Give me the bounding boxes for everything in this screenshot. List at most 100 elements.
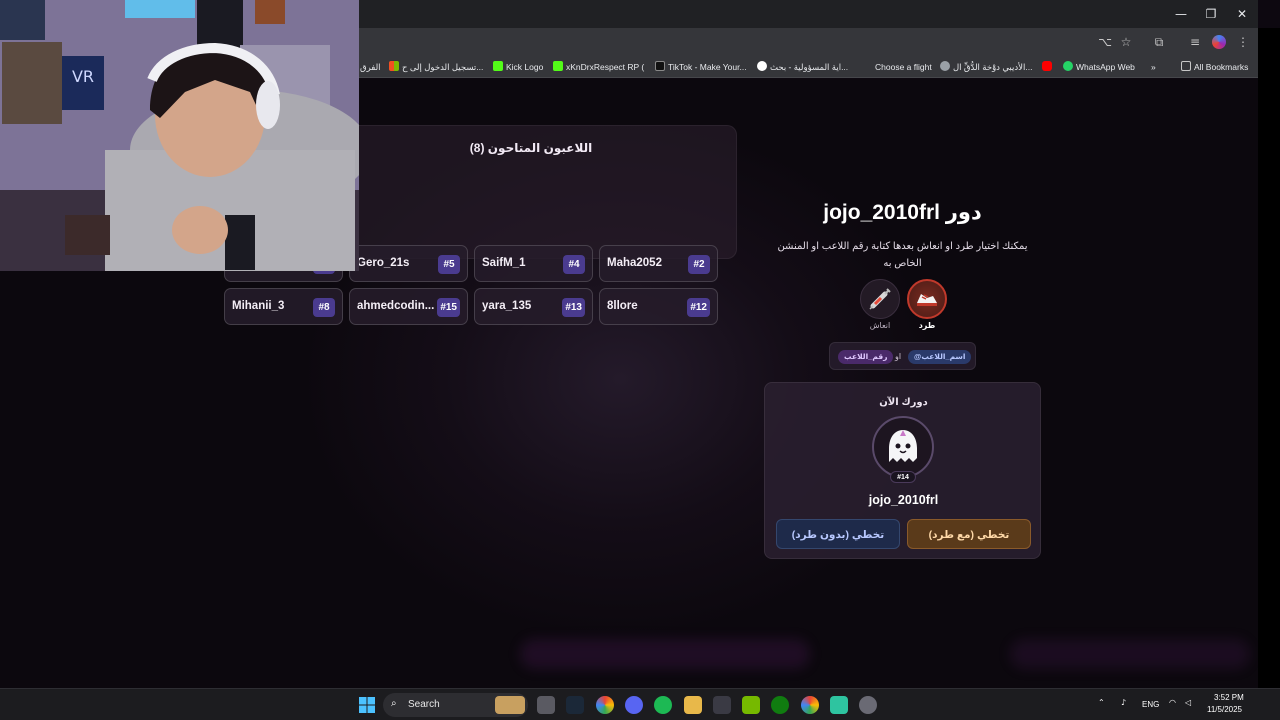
clock-date[interactable]: 11/5/2025 [1207, 705, 1242, 714]
player-card[interactable]: Mihanii_3 #8 [224, 288, 343, 325]
youtube-icon [1042, 61, 1052, 71]
globe-icon [940, 61, 950, 71]
player-number: #8 [313, 298, 335, 317]
player-name: ahmedcodin... [357, 300, 435, 312]
profile-avatar[interactable] [1212, 35, 1226, 49]
star-icon[interactable]: ☆ [1118, 34, 1134, 50]
kick-icon [553, 61, 563, 71]
player-card[interactable]: yara_135 #13 [474, 288, 593, 325]
current-player-name: jojo_2010frl [868, 493, 939, 507]
volume-icon[interactable]: ◁ [1185, 698, 1191, 707]
player-number: #4 [563, 255, 585, 274]
kick-action-button[interactable] [907, 279, 947, 319]
decorative-glow [1010, 639, 1250, 669]
player-number: #15 [437, 298, 460, 317]
spotify-icon[interactable] [654, 696, 672, 714]
kick-action-label: طرد [918, 321, 936, 330]
bookmark-item[interactable]: الفرق [360, 56, 382, 78]
bookmark-item[interactable]: TikTok - Make Your... [655, 56, 747, 78]
screen: — ❐ ✕ ⌥ ☆ ⧉ ≡ ⋮ الفرق تسجيل الدخول إلى ح… [0, 0, 1280, 720]
xbox-icon[interactable] [771, 696, 789, 714]
clock-time[interactable]: 3:52 PM [1214, 693, 1244, 702]
svg-text:VR: VR [72, 67, 94, 86]
google-icon [757, 61, 767, 71]
webcam-feed-image: VR [0, 0, 359, 271]
bookmark-item[interactable]: xKnDrxRespect RP (... [553, 56, 645, 78]
microphone-icon[interactable]: ♪ [1121, 698, 1126, 707]
player-card[interactable]: Gero_21s #5 [349, 245, 468, 282]
current-turn-card: دورك الآن #14 jojo_2010frl تخطي (مع طرد)… [764, 382, 1041, 559]
bookmark-item[interactable] [1042, 56, 1056, 78]
windows-start-icon[interactable] [359, 697, 375, 713]
bookmark-item[interactable]: الأديبي دوْخة الدُّقِّ ال... [940, 56, 1032, 78]
decorative-glow [520, 639, 810, 669]
restore-button[interactable]: ❐ [1196, 4, 1226, 24]
camera-app-icon[interactable] [537, 696, 555, 714]
steam-icon[interactable] [566, 696, 584, 714]
webcam-overlay: VR [0, 0, 359, 271]
minimize-button[interactable]: — [1166, 4, 1196, 24]
tiktok-icon [655, 61, 665, 71]
windows-taskbar: ⌕ Search ⌃ ♪ ENG ◠ ◁ 3:52 PM 11/5/2025 [0, 688, 1280, 720]
store-icon[interactable] [713, 696, 731, 714]
bookmarks-more[interactable]: » [1151, 56, 1161, 78]
translate-icon[interactable]: ⌥ [1097, 34, 1113, 50]
bookmark-item[interactable]: اية المسؤولية - بحث... [757, 56, 851, 78]
nvidia-icon[interactable] [742, 696, 760, 714]
player-card[interactable]: Maha2052 #2 [599, 245, 718, 282]
close-button[interactable]: ✕ [1227, 4, 1257, 24]
player-name: 8llore [607, 300, 638, 312]
extensions-icon[interactable]: ⧉ [1151, 34, 1167, 50]
sneaker-icon [917, 294, 937, 306]
turn-title: دور jojo_2010frl [823, 201, 982, 224]
settings-icon[interactable] [859, 696, 877, 714]
chrome-icon[interactable] [596, 696, 614, 714]
turn-description: يمكنك اختيار طرد او انعاش بعدها كتابة رق… [777, 241, 1028, 269]
mention-chip: @اسم_اللاعب [908, 350, 972, 364]
player-card[interactable]: ahmedcodin... #15 [349, 288, 468, 325]
wifi-icon[interactable]: ◠ [1169, 698, 1176, 707]
player-card[interactable]: 8llore #12 [599, 288, 718, 325]
player-number: #13 [562, 298, 585, 317]
bookmark-item[interactable]: Kick Logo [493, 56, 548, 78]
chrome-active-icon[interactable] [801, 696, 819, 714]
menu-icon[interactable]: ⋮ [1235, 34, 1251, 50]
search-icon: ⌕ [391, 698, 397, 709]
microsoft-icon [389, 61, 399, 71]
now-label: دورك الآن [879, 397, 928, 408]
skip-with-kick-button[interactable]: تخطي (مع طرد) [907, 519, 1031, 549]
number-chip: رقم_اللاعب [838, 350, 894, 364]
taskbar-search[interactable]: ⌕ Search [383, 693, 528, 717]
bookmark-item[interactable]: تسجيل الدخول إلى ح... [389, 56, 484, 78]
skip-without-kick-button[interactable]: تخطي (بدون طرد) [776, 519, 900, 549]
player-card[interactable]: SaifM_1 #4 [474, 245, 593, 282]
ghost-icon [889, 430, 917, 462]
revive-action-label: انعاش [869, 321, 891, 330]
syringe-icon [869, 288, 891, 310]
page-scrollbar[interactable] [1258, 28, 1280, 688]
revive-action-button[interactable] [860, 279, 900, 319]
bookmark-item[interactable]: WhatsApp Web [1063, 56, 1141, 78]
player-avatar [872, 416, 934, 478]
player-name: Gero_21s [357, 257, 410, 269]
file-explorer-icon[interactable] [684, 696, 702, 714]
tray-chevron-icon[interactable]: ⌃ [1098, 698, 1105, 707]
search-label: Search [408, 699, 440, 710]
player-name: Mihanii_3 [232, 300, 285, 312]
hint-or: او [895, 352, 902, 361]
player-number-badge: #14 [890, 471, 916, 483]
language-indicator[interactable]: ENG [1142, 700, 1159, 709]
player-name: Maha2052 [607, 257, 662, 269]
player-name: yara_135 [482, 300, 532, 312]
player-number: #5 [438, 255, 460, 274]
app-icon[interactable] [830, 696, 848, 714]
all-bookmarks[interactable]: All Bookmarks [1181, 56, 1253, 78]
player-number: #12 [687, 298, 710, 317]
discord-icon[interactable] [625, 696, 643, 714]
folder-icon [1181, 61, 1191, 71]
whatsapp-icon [1063, 61, 1073, 71]
media-icon[interactable]: ≡ [1187, 34, 1203, 50]
player-number: #2 [688, 255, 710, 274]
kick-icon [493, 61, 503, 71]
bookmark-item[interactable]: Choose a flight [862, 56, 932, 78]
